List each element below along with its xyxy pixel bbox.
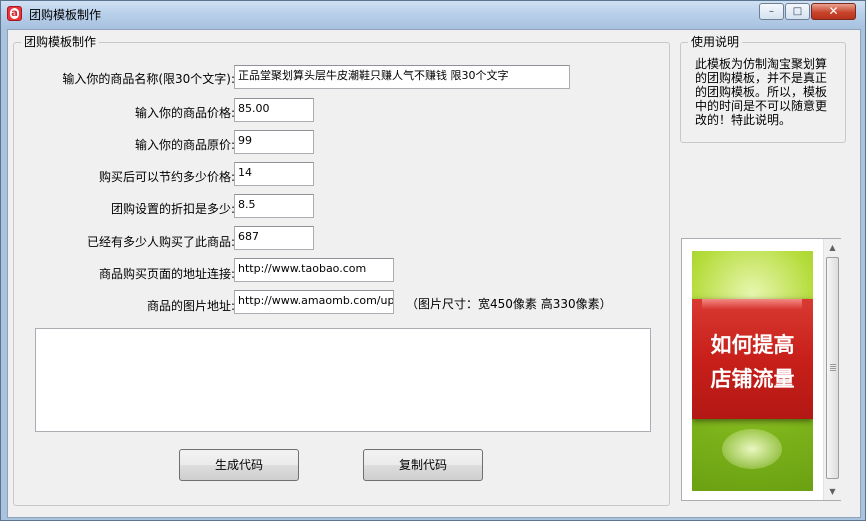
- app-window: 团购模板制作 – □ ✕ 团购模板制作 输入你的商品名称(限30个文字): 正品…: [0, 0, 866, 521]
- client-area: 团购模板制作 输入你的商品名称(限30个文字): 正品堂聚划算头层牛皮潮鞋只赚人…: [7, 29, 861, 518]
- image-url-input[interactable]: http://www.amaomb.com/upload: [234, 290, 394, 314]
- discount-input[interactable]: 8.5: [234, 194, 314, 218]
- price-label: 输入你的商品价格:: [134, 106, 235, 120]
- purchase-url-label: 商品购买页面的地址连接:: [98, 267, 235, 281]
- maximize-button[interactable]: □: [785, 3, 810, 20]
- generate-code-button[interactable]: 生成代码: [179, 449, 299, 481]
- help-group: 使用说明 此模板为仿制淘宝聚划算的团购模板，并不是真正的团购模板。所以，模板中的…: [680, 35, 846, 143]
- window-title: 团购模板制作: [29, 8, 102, 22]
- grip-icon: [830, 364, 836, 371]
- scroll-down-icon[interactable]: ▼: [824, 483, 841, 500]
- minimize-button[interactable]: –: [759, 3, 784, 20]
- product-name-input[interactable]: 正品堂聚划算头层牛皮潮鞋只赚人气不赚钱 限30个文字: [234, 65, 570, 89]
- price-input[interactable]: 85.00: [234, 98, 314, 122]
- image-url-label: 商品的图片地址:: [146, 299, 235, 313]
- savings-label: 购买后可以节约多少价格:: [98, 170, 235, 184]
- purchase-url-input[interactable]: http://www.taobao.com: [234, 258, 394, 282]
- preview-glow: [722, 429, 782, 469]
- product-name-label: 输入你的商品名称(限30个文字):: [62, 72, 235, 86]
- title-bar[interactable]: 团购模板制作 – □ ✕: [1, 1, 865, 27]
- image-size-note: （图片尺寸：宽450像素 高330像素）: [406, 297, 612, 311]
- form-group-title: 团购模板制作: [21, 35, 100, 50]
- help-text: 此模板为仿制淘宝聚划算的团购模板，并不是真正的团购模板。所以，模板中的时间是不可…: [695, 57, 828, 127]
- scroll-up-icon[interactable]: ▲: [824, 239, 841, 256]
- original-price-input[interactable]: 99: [234, 130, 314, 154]
- discount-label: 团购设置的折扣是多少:: [110, 202, 235, 216]
- buyers-count-label: 已经有多少人购买了此商品:: [86, 235, 235, 249]
- app-icon: [7, 6, 22, 21]
- help-group-title: 使用说明: [688, 35, 743, 50]
- scroll-thumb[interactable]: [826, 257, 839, 479]
- preview-image-line1: 如何提高: [710, 333, 795, 357]
- output-code-textarea[interactable]: [35, 328, 651, 432]
- savings-input[interactable]: 14: [234, 162, 314, 186]
- original-price-label: 输入你的商品原价:: [134, 138, 235, 152]
- preview-image-line2: 店铺流量: [710, 367, 795, 391]
- preview-scrollbar[interactable]: ▲ ▼: [823, 239, 841, 500]
- close-button[interactable]: ✕: [811, 3, 856, 20]
- preview-image: 如何提高 店铺流量: [692, 251, 813, 491]
- buyers-count-input[interactable]: 687: [234, 226, 314, 250]
- preview-banner: [692, 299, 813, 419]
- template-form-group: 团购模板制作 输入你的商品名称(限30个文字): 正品堂聚划算头层牛皮潮鞋只赚人…: [13, 35, 670, 506]
- copy-code-button[interactable]: 复制代码: [363, 449, 483, 481]
- image-preview: 如何提高 店铺流量 ▲ ▼: [681, 238, 841, 501]
